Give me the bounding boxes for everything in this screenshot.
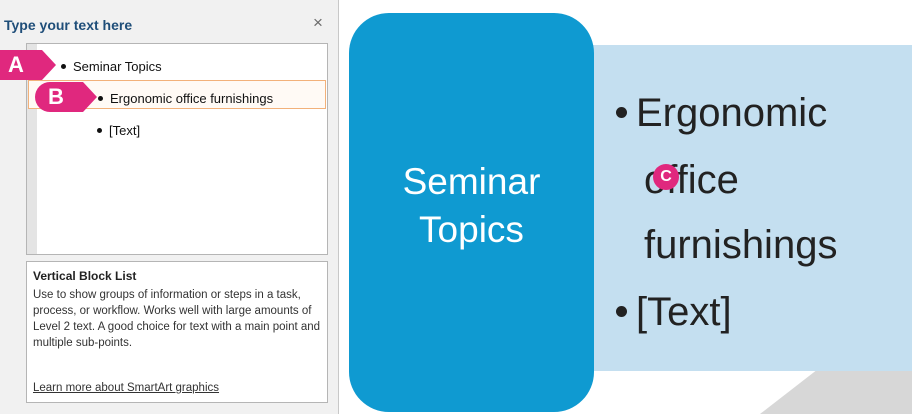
close-icon[interactable]: × — [313, 14, 323, 32]
slide-bullet-placeholder: [Text] — [616, 289, 732, 335]
text-line-ergonomic[interactable]: Ergonomic office furnishings — [98, 91, 273, 106]
smartart-slide: Seminar Topics Ergonomic office furnishi… — [340, 0, 912, 414]
slide-bullet-furnishings: furnishings — [644, 223, 838, 267]
level1-shape[interactable]: Seminar Topics — [349, 13, 594, 412]
text-pane-title: Type your text here — [4, 17, 133, 33]
slide-bullet-text: Ergonomic — [636, 91, 828, 135]
text-line-seminar-topics[interactable]: Seminar Topics — [61, 59, 162, 74]
layout-name: Vertical Block List — [33, 269, 137, 283]
text-line-placeholder[interactable]: [Text] — [97, 123, 140, 138]
bullet-dot-icon — [616, 106, 627, 118]
bullet-dot-icon — [97, 128, 102, 134]
bullet-dot-icon — [616, 305, 627, 317]
layout-description-text: Use to show groups of information or ste… — [33, 289, 321, 349]
callout-b: B — [35, 82, 97, 112]
level1-text: Seminar Topics — [349, 158, 594, 254]
level1-text-line1: Seminar — [402, 161, 541, 202]
bullet-dot-icon — [61, 64, 66, 70]
slide-bullet-text: [Text] — [636, 290, 732, 334]
text-editor[interactable]: Seminar Topics Ergonomic office furnishi… — [26, 43, 328, 255]
layout-description: Vertical Block List Use to show groups o… — [26, 261, 328, 403]
callout-a: A — [0, 50, 56, 80]
slide-bullet-ergonomic: Ergonomic — [616, 90, 827, 136]
line-text: [Text] — [109, 123, 141, 138]
learn-more-link[interactable]: Learn more about SmartArt graphics — [33, 382, 219, 394]
bullet-dot-icon — [98, 96, 103, 102]
level1-text-line2: Topics — [419, 209, 524, 250]
line-text: Seminar Topics — [73, 59, 162, 74]
line-text: Ergonomic office furnishings — [110, 91, 274, 106]
callout-c: C — [653, 164, 679, 190]
